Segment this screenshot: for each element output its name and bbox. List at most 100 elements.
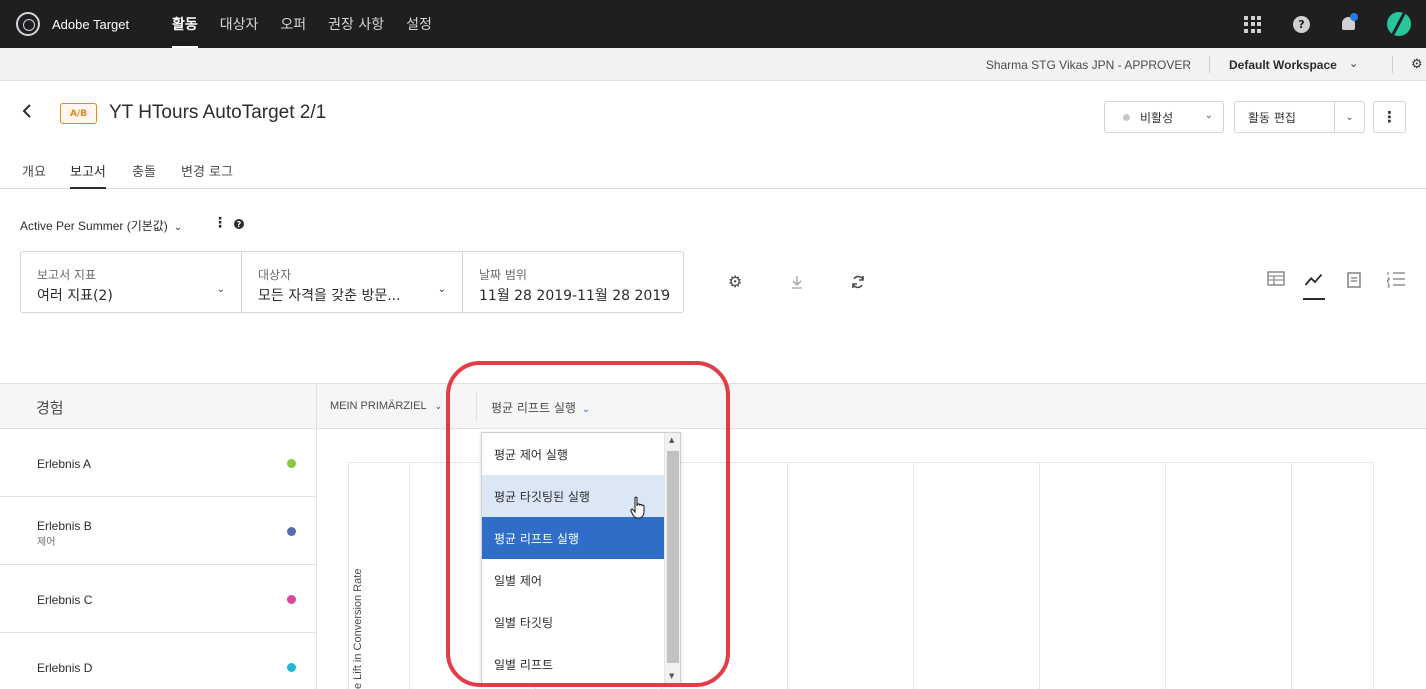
chevron-down-icon: ⌄ <box>1204 110 1213 121</box>
scrollbar-thumb[interactable] <box>667 451 679 663</box>
experience-row[interactable]: Erlebnis B 제어 <box>0 497 317 565</box>
experience-name: Erlebnis A <box>37 457 92 471</box>
top-nav-bar: Adobe Target 활동 대상자 오퍼 권장 사항 설정 ? <box>0 0 1426 48</box>
summary-view-icon[interactable] <box>1343 268 1365 290</box>
report-filters: 보고서 지표 여러 지표(2) ⌄ 대상자 모든 자격을 갖춘 방문... ⌄ … <box>20 251 684 313</box>
edit-activity-button[interactable]: 활동 편집 ⌄ <box>1234 101 1365 133</box>
tab-change-log[interactable]: 변경 로그 <box>181 161 233 189</box>
top-right-actions: ? <box>1244 0 1426 48</box>
report-help-icon[interactable]: ? <box>234 219 244 229</box>
dropdown-option[interactable]: 일별 제어 <box>482 559 664 601</box>
experience-color-dot-icon <box>287 595 296 604</box>
user-avatar[interactable] <box>1387 12 1411 36</box>
notification-bell-icon[interactable] <box>1340 13 1358 33</box>
chevron-down-icon: ⌄ <box>434 401 443 411</box>
chart-y-axis-label: e Lift in Conversion Rate <box>352 568 364 689</box>
metric-filter[interactable]: 보고서 지표 여러 지표(2) ⌄ <box>21 252 242 312</box>
scroll-down-arrow-icon[interactable]: ▼ <box>669 672 674 680</box>
tab-overview[interactable]: 개요 <box>22 161 46 189</box>
user-role-label: Sharma STG Vikas JPN - APPROVER <box>985 58 1191 72</box>
gear-icon[interactable]: ⚙ <box>1411 56 1423 72</box>
chevron-down-icon: ⌄ <box>581 404 591 415</box>
tab-reports[interactable]: 보고서 <box>70 161 106 189</box>
download-icon[interactable] <box>790 275 804 289</box>
edit-activity-label: 활동 편집 <box>1248 110 1296 125</box>
activity-tabs: 개요 보고서 충돌 변경 로그 <box>0 151 1426 189</box>
tab-conflicts[interactable]: 충돌 <box>132 161 156 189</box>
refresh-icon[interactable] <box>851 275 865 289</box>
brand-name: Adobe Target <box>52 16 130 32</box>
divider <box>1392 56 1393 73</box>
experience-name: Erlebnis C <box>37 593 93 607</box>
scroll-up-arrow-icon[interactable]: ▲ <box>669 436 674 444</box>
dropdown-option[interactable]: 일별 타깃팅 <box>482 601 664 643</box>
chevron-down-icon: ⌄ <box>658 284 667 295</box>
metric-selector[interactable]: MEIN PRIMÄRZIEL ⌄ <box>330 400 442 412</box>
filter-value: 모든 자격을 갖춘 방문... <box>258 288 401 304</box>
divider <box>476 392 477 422</box>
chevron-down-icon: ⌄ <box>437 284 446 295</box>
numbered-list-icon[interactable] <box>1385 268 1407 290</box>
dropdown-option[interactable]: 일별 리프트 <box>482 643 664 683</box>
filter-value: 11월 28 2019-11월 28 2019 <box>479 288 671 304</box>
graph-view-dropdown-menu: 평균 제어 실행 평균 타깃팅된 실행 평균 리프트 실행 일별 제어 일별 타… <box>481 432 681 684</box>
chart-gridline <box>409 463 410 689</box>
chart-gridline <box>1039 463 1040 689</box>
dropdown-scrollbar[interactable]: ▲ ▼ <box>664 433 680 683</box>
activity-title: YT HTours AutoTarget 2/1 <box>109 102 327 123</box>
filter-label: 날짜 범위 <box>479 268 527 282</box>
experience-list: Erlebnis A Erlebnis B 제어 Erlebnis C Erle… <box>0 429 317 689</box>
experience-color-dot-icon <box>287 459 296 468</box>
experience-row[interactable]: Erlebnis C <box>0 565 317 633</box>
nav-item-audiences[interactable]: 대상자 <box>211 0 268 48</box>
graph-view-label: 평균 리프트 실행 <box>491 401 576 415</box>
app-switcher-grid-icon[interactable] <box>1244 15 1261 33</box>
graph-view-icon[interactable] <box>1303 268 1325 300</box>
brand[interactable]: Adobe Target <box>16 12 146 36</box>
chevron-down-icon: ⌄ <box>216 284 225 295</box>
report-settings-gear-icon[interactable]: ⚙ <box>728 272 742 291</box>
dropdown-option-selected[interactable]: 평균 리프트 실행 <box>482 517 664 559</box>
main-nav: 활동 대상자 오퍼 권장 사항 설정 <box>163 0 445 48</box>
help-icon[interactable]: ? <box>1293 15 1310 33</box>
workspace-bar: Sharma STG Vikas JPN - APPROVER Default … <box>0 48 1426 81</box>
chevron-down-icon[interactable]: ⌄ <box>1349 57 1358 70</box>
status-dot-icon <box>1123 113 1130 121</box>
nav-item-setup[interactable]: 설정 <box>397 0 441 48</box>
filter-value: 여러 지표(2) <box>37 288 113 304</box>
hand-pointer-cursor-icon <box>630 496 645 519</box>
graph-view-selector[interactable]: 평균 리프트 실행 ⌄ <box>491 399 590 416</box>
workspace-selector[interactable]: Default Workspace <box>1229 58 1337 72</box>
nav-item-offers[interactable]: 오퍼 <box>271 0 315 48</box>
date-range-filter[interactable]: 날짜 범위 11월 28 2019-11월 28 2019 ⌄ <box>463 252 683 312</box>
table-view-icon[interactable] <box>1265 268 1287 290</box>
adobe-target-logo-icon <box>16 12 40 36</box>
audience-filter[interactable]: 대상자 모든 자격을 갖춘 방문... ⌄ <box>242 252 463 312</box>
experience-name: Erlebnis B <box>37 519 92 533</box>
experience-column-header: 경험 <box>36 399 64 417</box>
report-name: Active Per Summer (기본값) <box>20 219 168 233</box>
nav-item-activities[interactable]: 활동 <box>163 0 207 48</box>
nav-item-recommendations[interactable]: 권장 사항 <box>319 0 393 48</box>
experience-name: Erlebnis D <box>37 661 93 675</box>
metric-label: MEIN PRIMÄRZIEL <box>330 400 427 412</box>
report-selector[interactable]: Active Per Summer (기본값) ⌄ <box>20 217 182 234</box>
filter-label: 대상자 <box>258 268 292 282</box>
chevron-down-icon[interactable]: ⌄ <box>1334 102 1364 132</box>
chart-gridline <box>913 463 914 689</box>
report-table-header: 경험 MEIN PRIMÄRZIEL ⌄ 평균 리프트 실행 ⌄ <box>0 383 1426 430</box>
experience-control-label: 제어 <box>37 537 56 548</box>
filter-label: 보고서 지표 <box>37 268 97 282</box>
experience-row[interactable]: Erlebnis D <box>0 633 317 689</box>
report-options-kebab-icon[interactable]: ⋮ <box>213 215 227 231</box>
back-arrow-icon[interactable] <box>22 104 32 118</box>
experience-row[interactable]: Erlebnis A <box>0 429 317 497</box>
status-label: 비활성 <box>1140 110 1174 125</box>
divider <box>316 384 317 430</box>
divider <box>1209 56 1210 73</box>
activity-status-dropdown[interactable]: 비활성 ⌄ <box>1104 101 1224 133</box>
chart-gridline <box>787 463 788 689</box>
dropdown-option[interactable]: 평균 제어 실행 <box>482 433 664 475</box>
more-actions-kebab-icon[interactable]: ⋮ <box>1373 101 1406 133</box>
experience-color-dot-icon <box>287 663 296 672</box>
